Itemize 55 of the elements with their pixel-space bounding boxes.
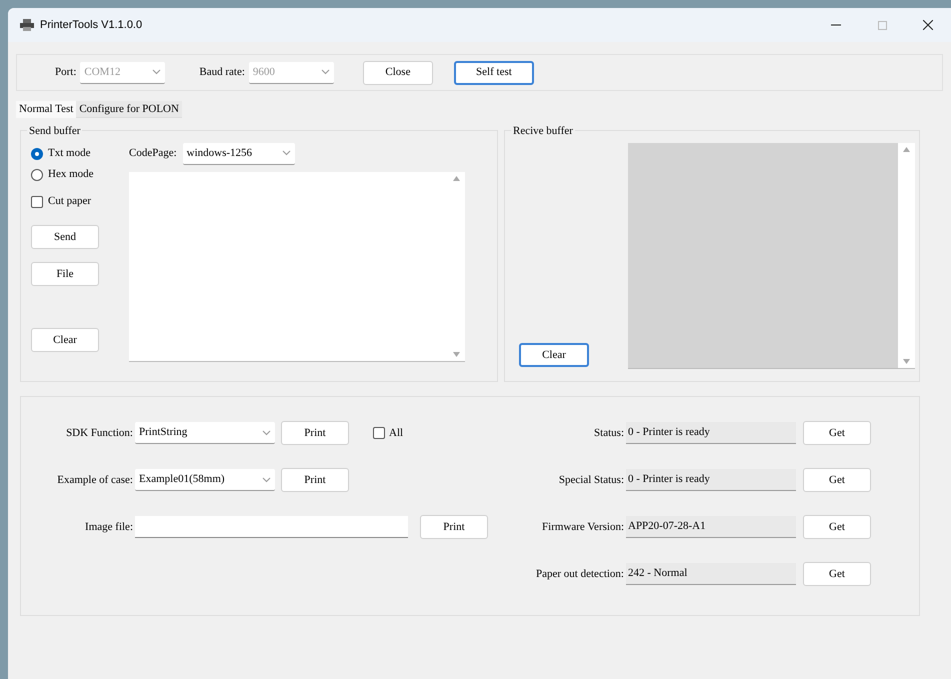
button[interactable]: Self test bbox=[454, 60, 534, 84]
status-label: Special Status: bbox=[558, 472, 625, 488]
button[interactable]: Clear bbox=[519, 343, 589, 367]
button[interactable]: Get bbox=[803, 562, 871, 586]
close-icon bbox=[923, 20, 933, 30]
button[interactable]: Get bbox=[803, 421, 871, 445]
tab[interactable]: Normal Test bbox=[16, 101, 76, 118]
status-label: Firmware Version: bbox=[541, 520, 625, 535]
codepage-label: CodePage: bbox=[129, 146, 177, 162]
button[interactable]: Send bbox=[31, 225, 99, 249]
button[interactable]: Print bbox=[281, 421, 349, 445]
input-field[interactable] bbox=[135, 516, 408, 538]
button[interactable]: Close bbox=[362, 60, 433, 84]
function-select[interactable]: Example01(58mm) bbox=[135, 469, 275, 491]
maximize-icon bbox=[878, 20, 886, 30]
port-label: Port: bbox=[55, 65, 76, 80]
chevron-down-icon bbox=[262, 476, 271, 482]
baud-rate-label: Baud rate: bbox=[199, 65, 245, 80]
scroll-down-icon[interactable] bbox=[903, 359, 910, 364]
window-title: PrinterTools V1.1.0.0 bbox=[40, 18, 142, 33]
checkbox[interactable] bbox=[373, 427, 385, 439]
radio-button[interactable] bbox=[31, 148, 43, 160]
checkbox[interactable] bbox=[31, 196, 43, 208]
radio-label: Hex mode bbox=[48, 167, 94, 182]
button[interactable]: Clear bbox=[31, 328, 99, 352]
radio-label: Txt mode bbox=[48, 146, 90, 162]
status-value: 0 - Printer is ready bbox=[626, 422, 796, 444]
text-area[interactable] bbox=[628, 143, 915, 369]
scroll-up-icon[interactable] bbox=[903, 147, 910, 152]
chevron-down-icon bbox=[262, 430, 271, 436]
status-label: Status: bbox=[593, 426, 625, 441]
field-label: Image file: bbox=[84, 520, 134, 535]
status-value: 242 - Normal bbox=[626, 563, 796, 585]
printer-icon bbox=[20, 19, 34, 31]
scroll-up-icon[interactable] bbox=[453, 176, 460, 181]
button[interactable]: Get bbox=[803, 468, 871, 492]
field-label: SDK Function: bbox=[65, 426, 134, 441]
codepage-select[interactable]: windows-1256 bbox=[182, 142, 295, 164]
status-value: 0 - Printer is ready bbox=[626, 469, 796, 491]
button[interactable]: Print bbox=[420, 515, 488, 539]
chevron-down-icon bbox=[152, 69, 162, 75]
tab[interactable]: Configure for POLON bbox=[76, 101, 182, 118]
chevron-down-icon bbox=[320, 69, 330, 75]
field-label: Example of case: bbox=[56, 472, 134, 488]
button[interactable]: File bbox=[31, 262, 99, 286]
chevron-down-icon bbox=[282, 150, 291, 156]
button[interactable]: Print bbox=[281, 468, 349, 492]
checkbox-label: All bbox=[389, 426, 404, 441]
function-select[interactable]: PrintString bbox=[135, 422, 275, 444]
checkbox-label: Cut paper bbox=[48, 194, 92, 210]
status-value: APP20-07-28-A1 bbox=[626, 516, 796, 538]
radio-button[interactable] bbox=[31, 168, 43, 180]
button[interactable]: Get bbox=[803, 515, 871, 539]
scroll-down-icon[interactable] bbox=[453, 352, 460, 357]
status-label: Paper out detection: bbox=[535, 566, 625, 582]
